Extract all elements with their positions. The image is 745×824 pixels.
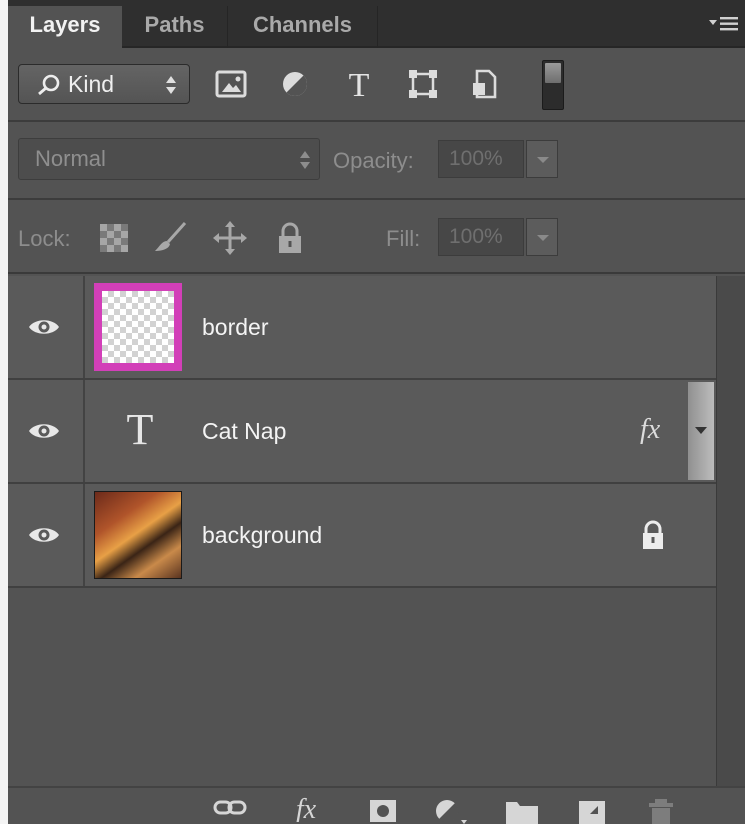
layer-row-background[interactable]: background [8, 484, 716, 588]
tab-layers[interactable]: Layers [8, 6, 122, 50]
layer-name: background [202, 522, 323, 548]
blend-row: Normal Opacity: 100% [8, 124, 745, 200]
layer-name: Cat Nap [202, 418, 287, 444]
tab-channels[interactable]: Channels [228, 6, 378, 48]
type-filter-icon[interactable]: T [342, 68, 376, 100]
filter-toggle-knob [545, 63, 561, 83]
blend-mode-value: Normal [35, 146, 106, 171]
eye-icon [29, 320, 59, 334]
layer-row-cat-nap[interactable]: T Cat Nap fx [8, 380, 716, 484]
shape-filter-icon[interactable] [406, 68, 440, 100]
panel-tab-bar: Layers Paths Channels [8, 0, 745, 50]
layers-scrollbar[interactable] [716, 276, 745, 786]
layer-name: border [202, 314, 269, 340]
effects-expand-button[interactable] [688, 382, 714, 480]
filter-toggle[interactable] [542, 60, 564, 110]
lock-transparent-pixels-icon[interactable] [96, 220, 132, 256]
visibility-toggle[interactable] [8, 380, 85, 482]
fill-label: Fill: [386, 226, 421, 251]
svg-text:fx: fx [296, 794, 317, 822]
layers-panel: Layers Paths Channels Kind T Normal Opac… [8, 0, 745, 824]
layer-thumbnail [94, 491, 182, 579]
pixel-filter-icon[interactable] [214, 68, 248, 100]
lock-image-pixels-icon[interactable] [152, 220, 188, 256]
fill-field[interactable]: 100% [438, 218, 524, 256]
layer-mask-icon[interactable] [368, 796, 398, 822]
new-group-icon[interactable] [504, 796, 540, 824]
eye-icon [29, 528, 59, 542]
search-icon [38, 74, 60, 96]
opacity-field[interactable]: 100% [438, 140, 524, 178]
panel-menu-icon[interactable] [707, 12, 741, 36]
select-arrows-icon [166, 76, 176, 94]
delete-layer-icon[interactable] [646, 796, 676, 824]
layer-style-icon[interactable]: fx [288, 792, 324, 822]
visibility-toggle[interactable] [8, 276, 85, 378]
select-arrows-icon [300, 151, 310, 169]
svg-text:T: T [127, 406, 154, 452]
fill-dropdown-button[interactable] [526, 218, 558, 256]
lock-row: Lock: Fill: 100% [8, 202, 745, 274]
link-layers-icon[interactable] [213, 796, 247, 818]
lock-label: Lock: [18, 226, 71, 251]
bottom-toolbar: fx [8, 786, 745, 824]
visibility-toggle[interactable] [8, 484, 85, 586]
layer-effects-icon[interactable]: fx [640, 414, 660, 446]
svg-text:T: T [349, 68, 370, 100]
tab-paths[interactable]: Paths [122, 6, 228, 48]
layer-row-border[interactable]: border [8, 276, 716, 380]
text-layer-icon: T [127, 406, 154, 452]
lock-position-icon[interactable] [212, 220, 248, 256]
filter-row: Kind T [8, 48, 745, 122]
lock-all-icon[interactable] [272, 220, 308, 256]
lock-icon [643, 520, 663, 549]
blend-mode-select[interactable]: Normal [18, 138, 320, 180]
filter-kind-label: Kind [68, 71, 115, 97]
adjustment-layer-icon[interactable] [433, 796, 469, 824]
adjustment-filter-icon[interactable] [278, 68, 312, 100]
eye-icon [29, 424, 59, 438]
layers-list: border T Cat Nap fx background [8, 276, 716, 588]
filter-kind-select[interactable]: Kind [18, 64, 190, 104]
new-layer-icon[interactable] [576, 796, 608, 824]
smart-object-filter-icon[interactable] [468, 68, 502, 100]
opacity-dropdown-button[interactable] [526, 140, 558, 178]
opacity-label: Opacity: [333, 148, 414, 173]
layer-thumbnail [94, 283, 182, 371]
